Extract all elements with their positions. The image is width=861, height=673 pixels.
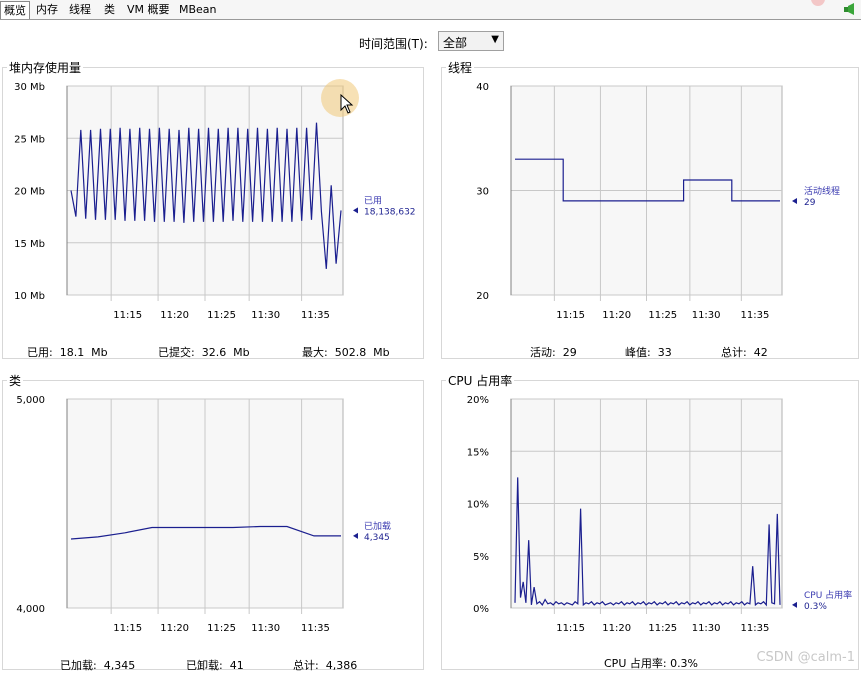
x-tick-label: 11:20 (602, 623, 631, 634)
y-tick-label: 10 Mb (14, 291, 45, 302)
tab-vm-summary[interactable]: VM 概要 (124, 1, 173, 18)
legend-value: 4,345 (364, 533, 390, 543)
y-tick-label: 25 Mb (14, 134, 45, 145)
x-tick-label: 11:20 (602, 310, 631, 321)
legend-label: 已加载 (364, 520, 391, 532)
threads-peak-stat: 峰值: 33 (625, 346, 672, 359)
y-tick-label: 5% (473, 552, 489, 563)
tab-overview[interactable]: 概览 (0, 1, 30, 19)
heap-committed-stat: 已提交: 32.6 Mb (158, 346, 250, 359)
y-tick-label: 15% (467, 447, 489, 458)
x-tick-label: 11:20 (160, 310, 189, 321)
legend-marker-icon (353, 207, 358, 214)
close-dot-icon (811, 0, 825, 6)
legend-marker-icon (353, 532, 358, 539)
time-range-label: 时间范围(T): (359, 37, 428, 51)
y-tick-label: 4,000 (16, 604, 45, 615)
heap-used-stat: 已用: 18.1 Mb (27, 346, 108, 359)
x-tick-label: 11:25 (648, 310, 677, 321)
threads-chart: 40 30 20 11:15 11:20 11:25 11:30 11:35 活动线程29 (476, 82, 840, 321)
y-tick-label: 20 Mb (14, 187, 45, 198)
y-tick-label: 30 Mb (14, 82, 45, 93)
x-tick-label: 11:25 (207, 623, 236, 634)
legend-label: 活动线程 (804, 185, 840, 197)
x-tick-label: 11:30 (692, 623, 721, 634)
y-tick-label: 40 (476, 82, 489, 93)
y-tick-label: 20% (467, 395, 489, 406)
legend-marker-icon (792, 197, 797, 204)
x-tick-label: 11:15 (556, 623, 585, 634)
x-tick-label: 11:35 (301, 623, 330, 634)
threads-total-stat: 总计: 42 (721, 346, 768, 359)
y-tick-label: 20 (476, 291, 489, 302)
x-tick-label: 11:25 (207, 310, 236, 321)
x-tick-label: 11:30 (692, 310, 721, 321)
time-range-select[interactable]: 全部 ▼ (438, 31, 504, 51)
x-tick-label: 11:35 (740, 623, 769, 634)
y-tick-label: 15 Mb (14, 239, 45, 250)
cpu-chart: 20% 15% 10% 5% 0% 11:15 11:20 11:25 11:30 11:35 CP… (467, 395, 852, 634)
y-tick-label: 30 (476, 187, 489, 198)
y-tick-label: 5,000 (16, 395, 45, 406)
x-tick-label: 11:35 (740, 310, 769, 321)
tab-memory[interactable]: 内存 (33, 1, 61, 18)
chevron-down-icon: ▼ (491, 34, 499, 45)
legend-value: 18,138,632 (364, 207, 416, 217)
tab-bar: 概览 内存 线程 类 VM 概要 MBean (0, 0, 861, 20)
heap-chart: 30 Mb 25 Mb 20 Mb 15 Mb 10 Mb 11:15 11:20 11:25… (14, 82, 416, 321)
legend-marker-icon (792, 601, 797, 608)
y-tick-label: 10% (467, 500, 489, 511)
x-tick-label: 11:30 (251, 310, 280, 321)
x-tick-label: 11:30 (251, 623, 280, 634)
heap-max-stat: 最大: 502.8 Mb (302, 346, 390, 359)
threads-live-stat: 活动: 29 (530, 346, 577, 359)
tab-classes[interactable]: 类 (101, 1, 118, 18)
legend-value: 0.3% (804, 602, 827, 612)
cpu-usage-stat: CPU 占用率: 0.3% (604, 657, 699, 670)
time-range-value: 全部 (443, 36, 468, 50)
x-tick-label: 11:15 (113, 310, 142, 321)
watermark: CSDN @calm-1 (756, 650, 855, 665)
x-tick-label: 11:35 (301, 310, 330, 321)
legend-label: CPU 占用率 (804, 589, 852, 601)
mouse-pointer-icon (340, 94, 354, 114)
legend-value: 29 (804, 198, 816, 208)
tab-threads[interactable]: 线程 (66, 1, 94, 18)
classes-chart: 5,000 4,000 11:15 11:20 11:25 11:30 11:35 已加载4,… (16, 395, 391, 634)
y-tick-label: 0% (473, 604, 489, 615)
x-tick-label: 11:15 (113, 623, 142, 634)
connection-plug-icon[interactable] (843, 2, 857, 16)
x-tick-label: 11:25 (648, 623, 677, 634)
tab-mbean[interactable]: MBean (176, 1, 220, 18)
x-tick-label: 11:20 (160, 623, 189, 634)
x-tick-label: 11:15 (556, 310, 585, 321)
legend-label: 已用 (364, 195, 382, 206)
